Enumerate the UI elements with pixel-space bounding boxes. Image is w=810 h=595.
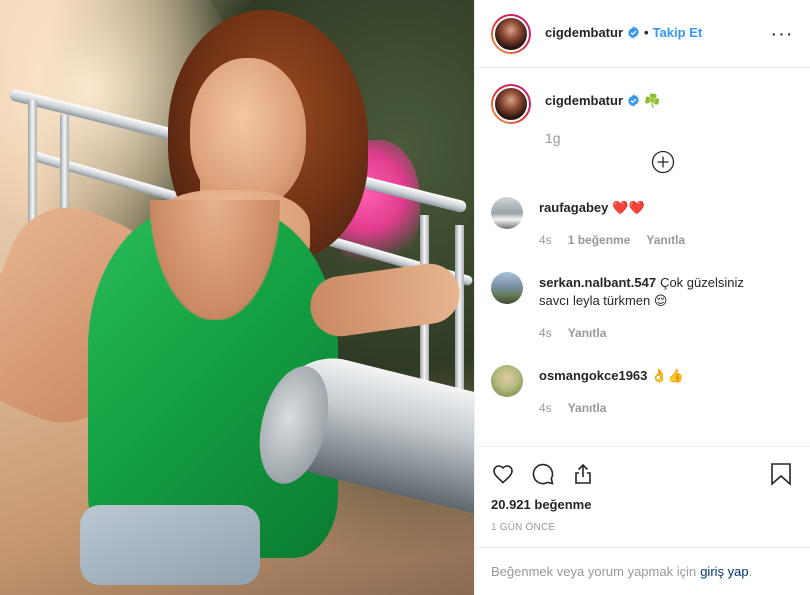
comment-item: serkan.nalbant.547 Çok güzelsiniz savcı l… xyxy=(491,271,794,342)
bookmark-icon[interactable] xyxy=(770,457,794,491)
plus-circle-icon[interactable] xyxy=(651,150,675,174)
post-header: cigdembatur • Takip Et ··· xyxy=(475,0,810,68)
reply-button[interactable]: Yanıtla xyxy=(568,324,607,342)
header-username[interactable]: cigdembatur xyxy=(545,25,623,40)
avatar[interactable] xyxy=(491,13,531,54)
likes-count[interactable]: 20.921 beğenme xyxy=(491,497,794,512)
login-prompt-suffix: . xyxy=(748,564,753,579)
caption-username[interactable]: cigdembatur xyxy=(545,93,623,108)
heart-icon[interactable] xyxy=(491,457,531,491)
caption: cigdembatur ☘️ 1g xyxy=(491,84,794,146)
denim-shorts xyxy=(80,505,260,585)
separator-dot: • xyxy=(644,25,649,40)
caption-time[interactable]: 1g xyxy=(545,130,660,146)
post-actions: 20.921 beğenme 1 GÜN ÖNCE xyxy=(475,446,810,547)
instagram-post: cigdembatur • Takip Et ··· cigdembatur ☘️… xyxy=(0,0,810,595)
load-more-comments xyxy=(491,150,794,174)
more-options-icon[interactable]: ··· xyxy=(770,24,794,44)
action-icons xyxy=(491,457,794,491)
comment-time[interactable]: 4s xyxy=(539,399,552,417)
comment-time[interactable]: 4s xyxy=(539,324,552,342)
comment-username[interactable]: raufagabey xyxy=(539,200,608,215)
comment-text: ❤️❤️ xyxy=(612,200,645,215)
post-timestamp[interactable]: 1 GÜN ÖNCE xyxy=(491,522,794,533)
reply-button[interactable]: Yanıtla xyxy=(568,399,607,417)
person-face xyxy=(190,58,306,208)
caption-text: ☘️ xyxy=(644,93,661,108)
avatar[interactable] xyxy=(491,84,531,124)
login-link[interactable]: giriş yap xyxy=(700,564,748,579)
verified-badge-icon xyxy=(627,94,640,110)
comments-section: cigdembatur ☘️ 1g raufagabey ❤️❤️ 4s 1 b… xyxy=(475,68,810,446)
comment-username[interactable]: serkan.nalbant.547 xyxy=(539,275,656,290)
avatar[interactable] xyxy=(491,197,523,229)
neckline xyxy=(150,200,280,320)
share-icon[interactable] xyxy=(571,457,611,491)
login-prompt: Beğenmek veya yorum yapmak için giriş ya… xyxy=(475,547,810,595)
avatar[interactable] xyxy=(491,272,523,304)
comment-item: osmangokce1963 👌👍 4s Yanıtla xyxy=(491,364,794,417)
avatar[interactable] xyxy=(491,365,523,397)
login-prompt-text: Beğenmek veya yorum yapmak için xyxy=(491,564,697,579)
follow-button[interactable]: Takip Et xyxy=(653,25,703,40)
comment-username[interactable]: osmangokce1963 xyxy=(539,368,647,383)
verified-badge-icon xyxy=(627,26,640,42)
comment-likes[interactable]: 1 beğenme xyxy=(568,231,631,249)
comment-time[interactable]: 4s xyxy=(539,231,552,249)
post-sidebar: cigdembatur • Takip Et ··· cigdembatur ☘️… xyxy=(474,0,810,595)
comment-text: 👌👍 xyxy=(651,368,684,383)
comment-item: raufagabey ❤️❤️ 4s 1 beğenme Yanıtla xyxy=(491,196,794,249)
post-photo[interactable] xyxy=(0,0,474,595)
reply-button[interactable]: Yanıtla xyxy=(646,231,685,249)
comment-icon[interactable] xyxy=(531,457,571,491)
